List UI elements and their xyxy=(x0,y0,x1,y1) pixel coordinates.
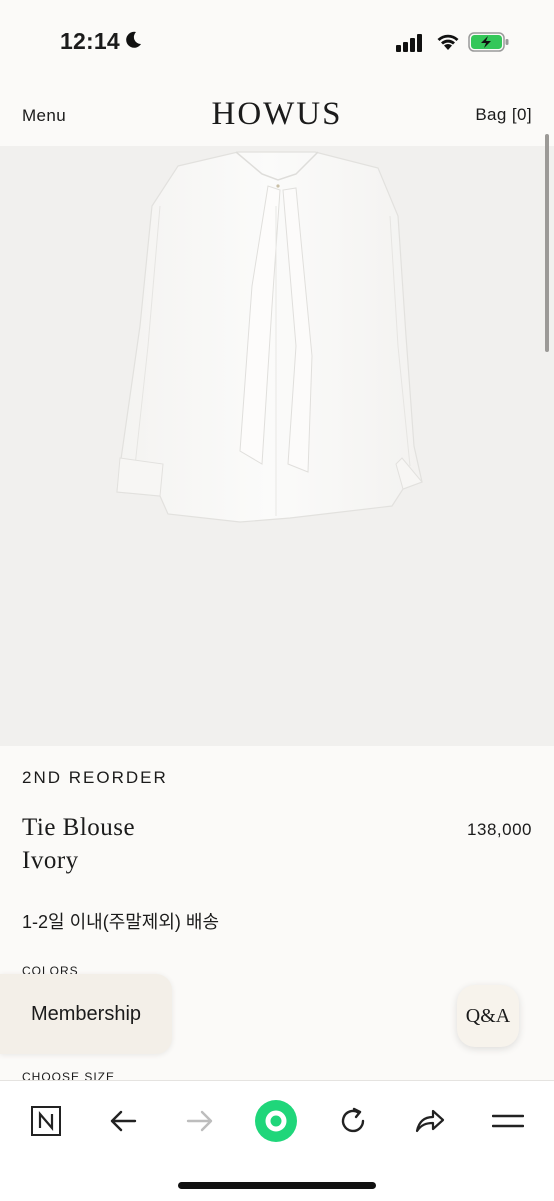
product-price: 138,000 xyxy=(467,820,532,839)
wifi-icon xyxy=(437,34,459,50)
menu-icon[interactable] xyxy=(486,1099,530,1143)
blouse-illustration xyxy=(116,151,423,523)
brand-logo[interactable]: HOWUS xyxy=(0,96,554,133)
share-icon[interactable] xyxy=(408,1099,452,1143)
green-dot-icon[interactable] xyxy=(254,1099,298,1143)
membership-button[interactable]: Membership xyxy=(0,974,172,1054)
product-image[interactable] xyxy=(0,146,554,746)
status-time: 12:14 xyxy=(60,28,120,54)
back-arrow-icon[interactable] xyxy=(101,1099,145,1143)
naver-n-icon[interactable] xyxy=(24,1099,68,1143)
site-header: Menu HOWUS Bag [0] xyxy=(0,84,554,146)
shipping-info: 1-2일 이내(주말제외) 배송 xyxy=(22,912,220,932)
product-color-name: Ivory xyxy=(22,847,79,874)
qa-button[interactable]: Q&A xyxy=(457,985,519,1047)
battery-charging-icon xyxy=(468,32,509,52)
product-name: Tie Blouse xyxy=(22,814,136,841)
forward-arrow-icon[interactable] xyxy=(178,1099,222,1143)
scroll-indicator[interactable] xyxy=(545,134,549,352)
status-bar: 12:14 xyxy=(0,0,554,84)
moon-icon xyxy=(126,31,141,48)
cellular-signal-icon xyxy=(396,34,422,52)
reorder-tag: 2ND REORDER xyxy=(22,768,168,787)
bag-button[interactable]: Bag [0] xyxy=(475,105,532,125)
reload-icon[interactable] xyxy=(331,1099,375,1143)
home-indicator[interactable] xyxy=(178,1182,376,1189)
